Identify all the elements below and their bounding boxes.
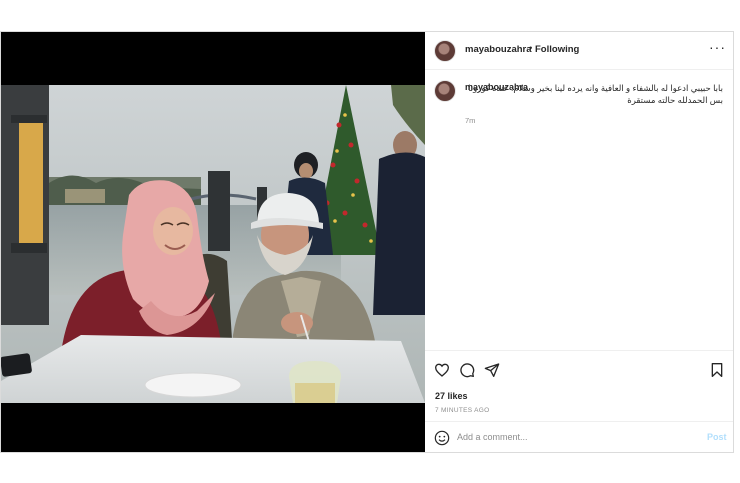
share-icon[interactable] <box>484 362 500 378</box>
user-avatar[interactable] <box>434 40 456 62</box>
caption-body: بابا حبيبي ادعوا له بالشفاء و العافية وا… <box>468 83 723 105</box>
post-actions: 27 likes 7 MINUTES AGO Post <box>425 350 733 452</box>
caption-text: بابا حبيبي ادعوا له بالشفاء و العافية وا… <box>465 82 723 106</box>
caption: mayabouzahra بابا حبيبي ادعوا له بالشفاء… <box>425 70 733 350</box>
comment-icon[interactable] <box>459 362 475 378</box>
header-separator: • <box>529 43 533 54</box>
bookmark-icon[interactable] <box>709 362 725 378</box>
heart-icon[interactable] <box>434 362 450 378</box>
caption-avatar[interactable] <box>434 80 456 102</box>
post-sidebar: mayabouzahra • Following ··· mayabouzahr… <box>425 32 733 452</box>
post-photo[interactable] <box>1 85 425 403</box>
following-button[interactable]: Following <box>535 44 579 55</box>
more-options-icon[interactable]: ··· <box>709 40 726 54</box>
emoji-icon[interactable] <box>434 430 450 446</box>
post-header: mayabouzahra • Following ··· <box>425 32 733 70</box>
likes-count[interactable]: 27 likes <box>435 391 468 401</box>
post-comment-button[interactable]: Post <box>707 432 727 442</box>
post-time-ago: 7 MINUTES AGO <box>435 407 490 414</box>
add-comment-bar: Post <box>425 421 733 453</box>
comment-input[interactable] <box>457 429 687 445</box>
header-username[interactable]: mayabouzahra <box>465 44 532 55</box>
instagram-post: mayabouzahra • Following ··· mayabouzahr… <box>0 31 734 453</box>
caption-time: 7m <box>465 116 476 125</box>
post-media <box>1 32 425 452</box>
